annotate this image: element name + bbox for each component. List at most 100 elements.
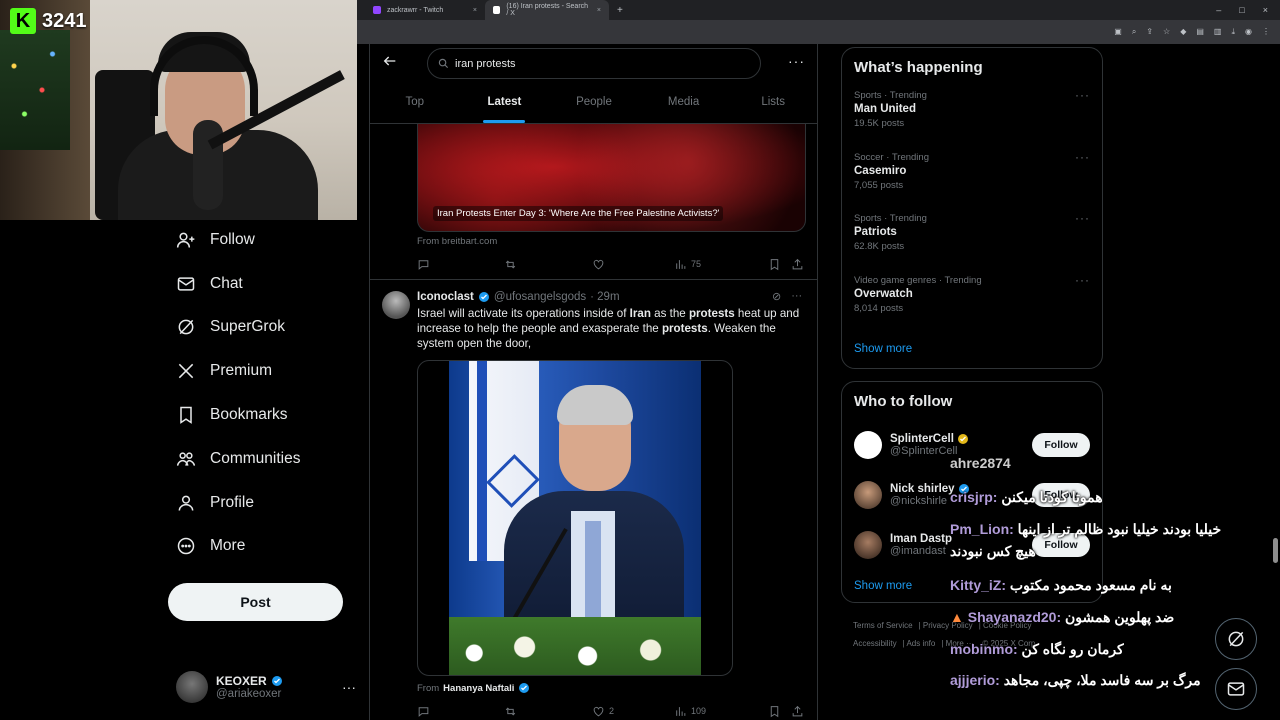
bookmark-icon <box>770 705 779 717</box>
verified-badge-icon <box>478 292 489 302</box>
trend-item[interactable]: Soccer · Trending Casemiro 7,055 posts ·… <box>842 150 1102 212</box>
url-bar[interactable]: ▣ ⌕ ⇪ ☆ ◆ ▤ ▥ ⤓ ◉ ⋮ <box>357 20 1280 44</box>
extension-icon[interactable]: ◆ <box>1180 27 1186 37</box>
views-button[interactable]: 75 <box>674 258 768 271</box>
footer-link[interactable]: Ads info <box>906 639 935 648</box>
more-dots-icon[interactable]: ··· <box>1075 150 1090 164</box>
nav-item-communities[interactable]: Communities <box>160 437 360 481</box>
chat-text: کرمان رو نگاه کن <box>1021 641 1124 657</box>
speaker-hair <box>557 385 633 425</box>
podium-flowers <box>449 617 701 675</box>
maximize-icon[interactable]: □ <box>1239 5 1244 15</box>
page-scrollbar[interactable] <box>1273 538 1278 563</box>
chat-text: هموتا کودتا میکنن <box>1001 489 1103 505</box>
share-icon[interactable]: ⇪ <box>1146 27 1153 37</box>
menu-icon[interactable]: ⋮ <box>1262 27 1270 37</box>
share-button[interactable] <box>791 258 804 271</box>
envelope-icon <box>177 277 195 291</box>
link-card[interactable]: Iran Protests Enter Day 3: 'Where Are th… <box>417 124 806 232</box>
repost-button[interactable] <box>504 705 592 718</box>
bookmark-button[interactable] <box>768 705 791 718</box>
tab-top[interactable]: Top <box>370 88 460 123</box>
follow-button[interactable]: Follow <box>1032 433 1090 457</box>
like-button[interactable] <box>592 258 674 271</box>
zoom-icon[interactable]: ⌕ <box>1132 27 1136 37</box>
link-source[interactable]: From breitbart.com <box>417 236 497 247</box>
trend-item[interactable]: Sports · Trending Patriots 62.8K posts ·… <box>842 211 1102 273</box>
new-tab-button[interactable]: + <box>609 5 631 16</box>
kick-logo-icon: K <box>10 8 36 34</box>
star-icon[interactable]: ☆ <box>1163 27 1170 37</box>
envelope-icon <box>1227 682 1245 696</box>
author-name[interactable]: Iconoclast <box>417 291 474 303</box>
like-button[interactable]: 2 <box>592 705 674 718</box>
minimize-icon[interactable]: – <box>1216 5 1221 15</box>
browser-tab-x[interactable]: (16) Iran protests - Search / X × <box>485 0 609 20</box>
reply-button[interactable] <box>417 258 504 271</box>
download-icon[interactable]: ⤓ <box>1231 27 1235 37</box>
close-window-icon[interactable]: × <box>1263 5 1268 15</box>
nav-item-supergrok[interactable]: SuperGrok <box>160 306 360 350</box>
account-switcher[interactable]: KEOXER @ariakeoxer ··· <box>176 670 356 704</box>
nav-item-chat[interactable]: Chat <box>160 262 360 306</box>
profile-icon[interactable]: ◉ <box>1245 27 1252 37</box>
chat-message: Pm_Lion: خیلیا بودند خیلیا نبود ظالم تر … <box>950 521 1221 538</box>
views-count: 75 <box>691 259 702 269</box>
add-person-icon <box>176 232 195 248</box>
search-input[interactable] <box>455 57 735 70</box>
close-tab-icon[interactable]: × <box>597 7 601 14</box>
nav-item-profile[interactable]: Profile <box>160 481 360 525</box>
browser-chrome: zackrawrr - Twitch × (16) Iran protests … <box>357 0 1280 44</box>
christmas-tree <box>0 30 70 150</box>
more-options-icon[interactable]: ··· <box>788 53 805 69</box>
nav-item-follow[interactable]: Follow <box>160 218 360 262</box>
browser-tab-twitch[interactable]: zackrawrr - Twitch × <box>365 0 485 20</box>
nav-item-bookmarks[interactable]: Bookmarks <box>160 393 360 437</box>
reply-button[interactable] <box>417 705 504 718</box>
post-button[interactable]: Post <box>168 583 343 621</box>
avatar[interactable] <box>382 291 410 319</box>
more-dots-icon[interactable]: ··· <box>1075 211 1090 225</box>
share-button[interactable] <box>791 705 804 718</box>
close-tab-icon[interactable]: × <box>473 7 477 14</box>
post-time[interactable]: · 29m <box>590 291 619 303</box>
install-icon[interactable]: ▣ <box>1114 27 1122 37</box>
search-box[interactable] <box>427 48 761 79</box>
post-video[interactable] <box>417 360 733 676</box>
sidebar-icon[interactable]: ▥ <box>1214 27 1222 37</box>
repost-button[interactable] <box>504 258 592 271</box>
trend-item[interactable]: Sports · Trending Man United 19.5K posts… <box>842 88 1102 150</box>
tab-people[interactable]: People <box>549 88 639 123</box>
more-dots-icon[interactable]: ··· <box>342 679 356 695</box>
repost-icon <box>505 260 516 268</box>
show-more-link[interactable]: Show more <box>842 343 1102 355</box>
share-icon <box>792 705 803 716</box>
highlight-term: Iran <box>629 307 651 320</box>
nav-item-premium[interactable]: Premium <box>160 349 360 393</box>
extensions-puzzle-icon[interactable]: ▤ <box>1196 27 1204 37</box>
grok-floating-button[interactable] <box>1215 618 1257 660</box>
bookmark-button[interactable] <box>768 258 791 271</box>
more-dots-icon[interactable]: ··· <box>1075 88 1090 102</box>
views-button[interactable]: 109 <box>674 705 768 718</box>
tab-lists[interactable]: Lists <box>728 88 817 123</box>
back-arrow-icon[interactable] <box>382 53 398 69</box>
source-author[interactable]: Hananya Naftali <box>443 683 514 694</box>
tab-media[interactable]: Media <box>639 88 729 123</box>
messages-floating-button[interactable] <box>1215 668 1257 710</box>
trend-category: Soccer · Trending <box>854 151 929 163</box>
grok-icon[interactable]: ⊘ <box>772 290 781 303</box>
tab-latest[interactable]: Latest <box>460 88 550 123</box>
highlight-term: protests <box>661 322 708 335</box>
trend-item[interactable]: Video game genres · Trending Overwatch 8… <box>842 273 1102 335</box>
author-handle[interactable]: @ufosangelsgods <box>494 291 586 303</box>
more-dots-icon[interactable]: ··· <box>1075 273 1090 287</box>
text-segment: as the <box>650 307 689 320</box>
repost-icon <box>505 707 516 715</box>
footer-link[interactable]: Accessibility <box>853 639 897 648</box>
more-dots-icon[interactable]: ··· <box>791 290 802 303</box>
nav-label: Follow <box>210 230 255 248</box>
chat-text: به نام مسعود محمود مکتوب <box>1009 577 1172 593</box>
footer-link[interactable]: Terms of Service <box>853 621 913 630</box>
nav-item-more[interactable]: More <box>160 525 360 569</box>
